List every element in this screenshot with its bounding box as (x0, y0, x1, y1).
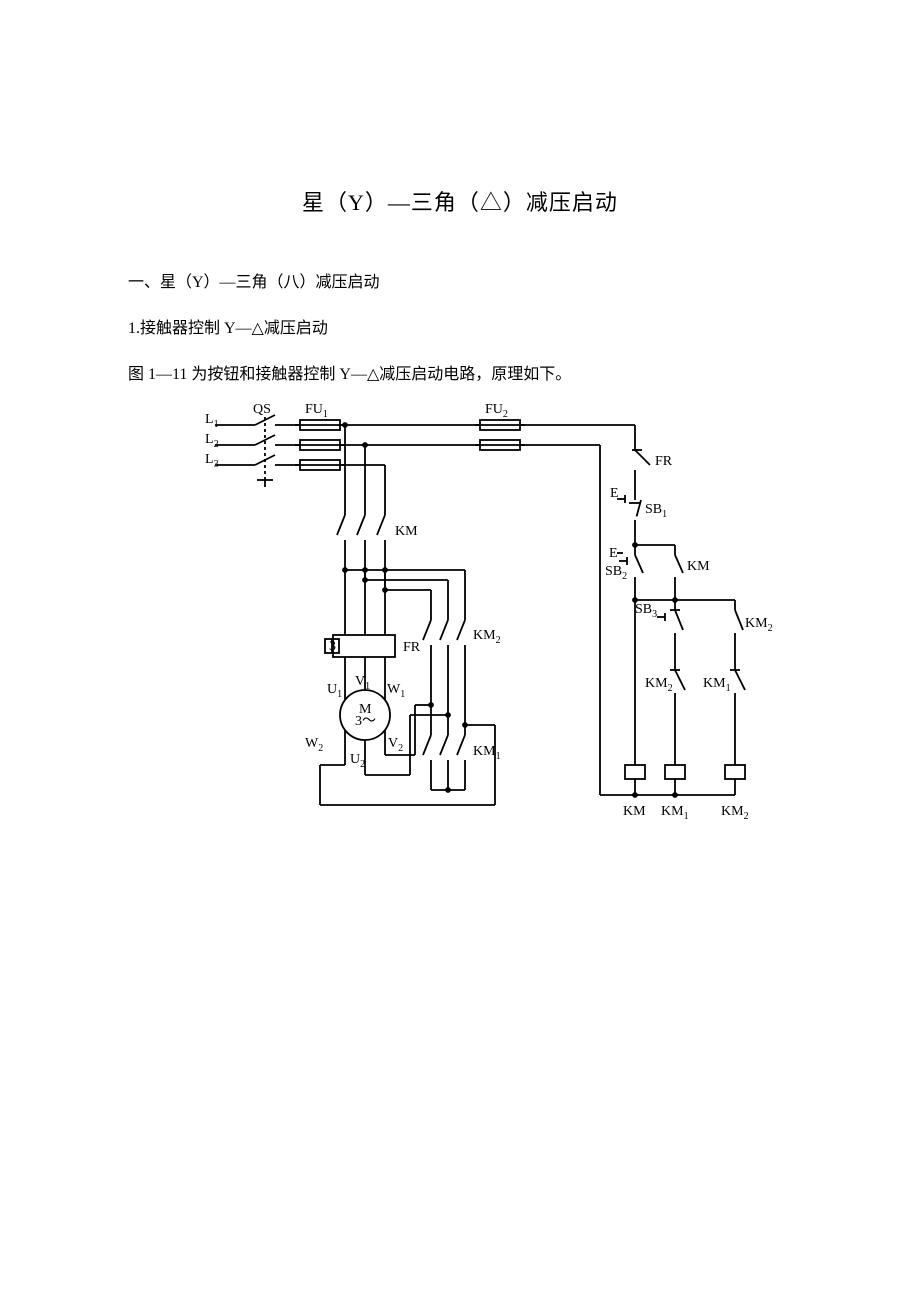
circuit-diagram: L1 L2 L3 QS FU1 FU2 KM 3 FR KM2 KM1 M 3～… (205, 395, 775, 895)
label-u1: U1 (327, 682, 342, 700)
figure-caption: 图 1—11 为按钮和接触器控制 Y—△减压启动电路，原理如下。 (128, 360, 571, 384)
label-fr-ctrl: FR (655, 454, 673, 469)
label-sb2: SB2 (605, 564, 627, 582)
label-u2: U2 (350, 752, 365, 770)
label-km1-nc: KM1 (703, 676, 731, 694)
label-e1: E (610, 486, 619, 501)
label-sb3: SB3 (635, 602, 657, 620)
label-w1: W1 (387, 682, 405, 700)
label-km2-nc: KM2 (645, 676, 673, 694)
label-fr-main: FR (403, 640, 421, 655)
label-l2: L2 (205, 432, 219, 450)
label-l3: L3 (205, 452, 219, 470)
label-v2: V2 (388, 736, 403, 754)
label-fu2: FU2 (485, 402, 508, 420)
label-km-aux: KM (687, 559, 710, 574)
label-km2-aux: KM2 (745, 616, 773, 634)
label-e2: E (609, 546, 618, 561)
label-m3: 3～ (355, 714, 376, 729)
circuit-svg: L1 L2 L3 QS FU1 FU2 KM 3 FR KM2 KM1 M 3～… (205, 395, 775, 895)
label-km-coil: KM (623, 804, 646, 819)
label-km-main: KM (395, 524, 418, 539)
label-l1: L1 (205, 412, 219, 430)
label-fu1: FU1 (305, 402, 328, 420)
section-heading: 一、星（Y）—三角（八）减压启动 (128, 268, 380, 292)
label-km1-coil: KM1 (661, 804, 689, 822)
label-qs: QS (253, 402, 271, 417)
label-km2-main: KM2 (473, 628, 501, 646)
label-three: 3 (329, 639, 336, 654)
page-title: 星（Y）—三角（△）减压启动 (0, 185, 920, 217)
label-w2: W2 (305, 736, 323, 754)
label-sb1: SB1 (645, 502, 667, 520)
label-km1-main: KM1 (473, 744, 501, 762)
subsection-heading: 1.接触器控制 Y—△减压启动 (128, 314, 328, 338)
label-km2-coil: KM2 (721, 804, 749, 822)
